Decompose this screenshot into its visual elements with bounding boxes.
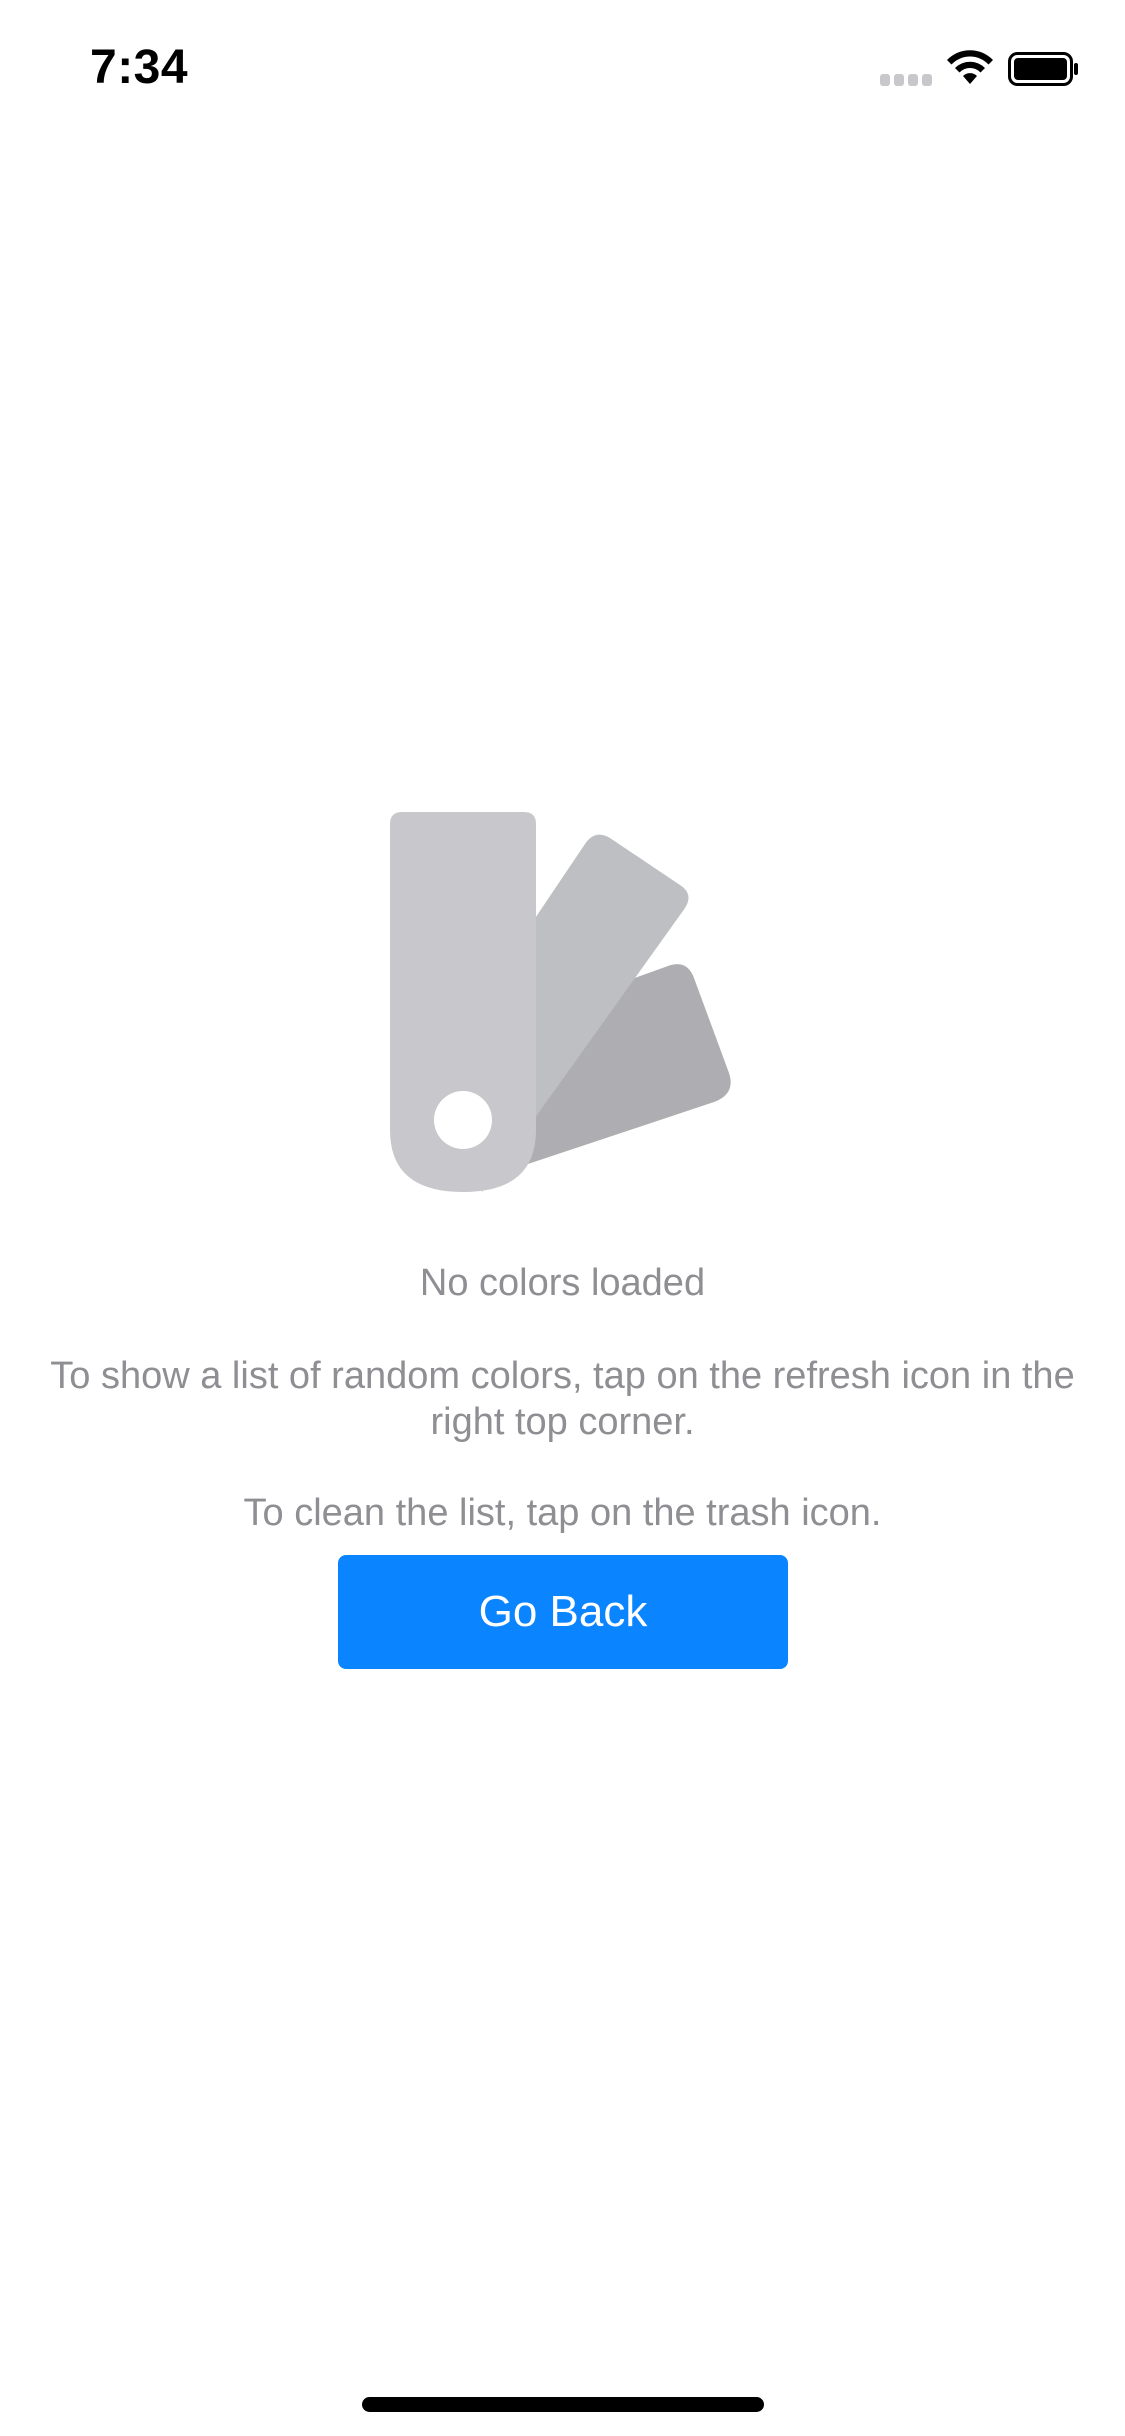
cellular-signal-icon [880, 74, 932, 86]
empty-state-title: No colors loaded [419, 1262, 706, 1304]
wifi-icon [947, 50, 993, 84]
empty-state-description: To show a list of random colors, tap on … [50, 1355, 1075, 1443]
empty-state-hint: To clean the list, tap on the trash icon… [243, 1492, 882, 1534]
go-back-button[interactable]: Go Back [338, 1555, 788, 1669]
battery-icon [1008, 52, 1078, 86]
home-indicator[interactable] [362, 2397, 764, 2412]
color-swatch-icon [390, 812, 731, 1192]
status-bar: 7:34 [0, 0, 1125, 132]
status-time: 7:34 [90, 41, 189, 94]
